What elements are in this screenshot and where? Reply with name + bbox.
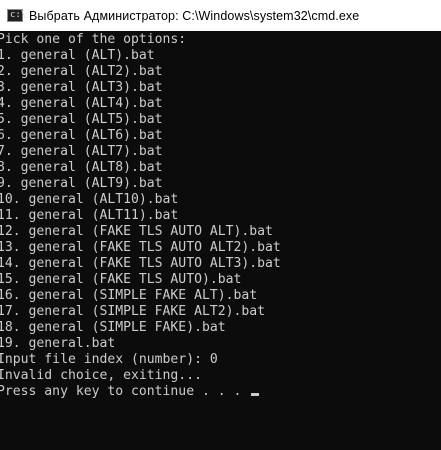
console-line: 10. general (ALT10).bat xyxy=(0,192,179,207)
console-line: 7. general (ALT7).bat xyxy=(0,144,163,159)
console-prompt-text: Press any key to continue . . . xyxy=(0,384,250,399)
window-title: Выбрать Администратор: C:\Windows\system… xyxy=(29,8,360,23)
console-line: 11. general (ALT11).bat xyxy=(0,208,179,223)
console-line: 16. general (SIMPLE FAKE ALT).bat xyxy=(0,288,258,303)
console-line: Input file index (number): 0 xyxy=(0,352,218,367)
console-line: Pick one of the options: xyxy=(0,32,187,47)
console-line: 17. general (SIMPLE FAKE ALT2).bat xyxy=(0,304,266,319)
cmd-icon[interactable]: c:\ xyxy=(7,9,26,22)
console-line: 19. general.bat xyxy=(0,336,116,351)
console-line: 1. general (ALT).bat xyxy=(0,48,155,63)
console-line: 4. general (ALT4).bat xyxy=(0,96,163,111)
console-line: 8. general (ALT8).bat xyxy=(0,160,163,175)
console-output[interactable]: Pick one of the options: 1. general (ALT… xyxy=(0,31,441,450)
console-line: 9. general (ALT9).bat xyxy=(0,176,163,191)
console-line: 6. general (ALT6).bat xyxy=(0,128,163,143)
console-line: 15. general (FAKE TLS AUTO).bat xyxy=(0,272,242,287)
console-line: 18. general (SIMPLE FAKE).bat xyxy=(0,320,226,335)
console-line: Invalid choice, exiting... xyxy=(0,368,202,383)
title-bar[interactable]: c:\ Выбрать Администратор: C:\Windows\sy… xyxy=(0,0,441,31)
console-line: 3. general (ALT3).bat xyxy=(0,80,163,95)
console-line: 5. general (ALT5).bat xyxy=(0,112,163,127)
console-line: 2. general (ALT2).bat xyxy=(0,64,163,79)
console-line: 13. general (FAKE TLS AUTO ALT2).bat xyxy=(0,240,281,255)
text-cursor xyxy=(251,393,260,396)
console-prompt-line: Press any key to continue . . . xyxy=(0,384,441,400)
console-line: 12. general (FAKE TLS AUTO ALT).bat xyxy=(0,224,273,239)
console-line: 14. general (FAKE TLS AUTO ALT3).bat xyxy=(0,256,281,271)
cmd-window: c:\ Выбрать Администратор: C:\Windows\sy… xyxy=(0,0,441,450)
